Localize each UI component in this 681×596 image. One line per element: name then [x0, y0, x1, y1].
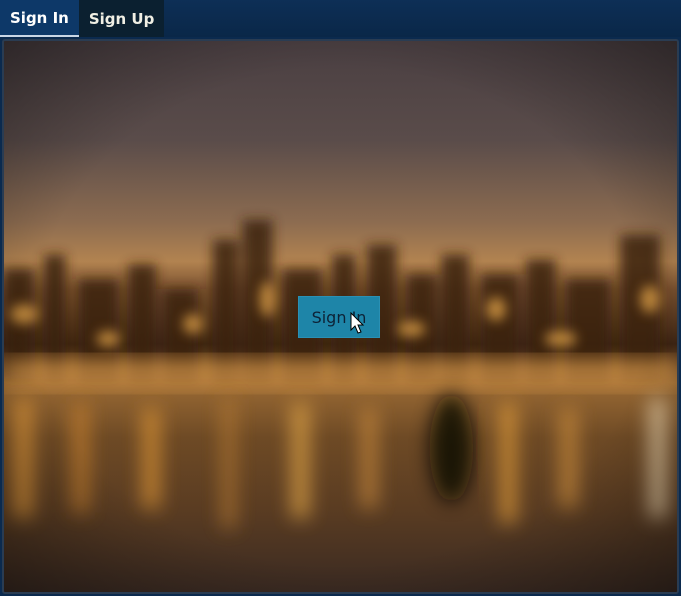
- tab-sign-up[interactable]: Sign Up: [78, 0, 165, 37]
- sign-in-panel: Sign In: [2, 39, 679, 594]
- tab-bar: Sign In Sign Up: [0, 0, 681, 37]
- tab-sign-in-label: Sign In: [10, 8, 69, 27]
- app-window: Sign In Sign Up Sign In: [0, 0, 681, 596]
- tab-sign-in[interactable]: Sign In: [0, 0, 79, 37]
- tab-sign-up-label: Sign Up: [88, 9, 155, 28]
- sign-in-button[interactable]: Sign In: [298, 296, 380, 338]
- sign-in-button-label: Sign In: [311, 307, 367, 327]
